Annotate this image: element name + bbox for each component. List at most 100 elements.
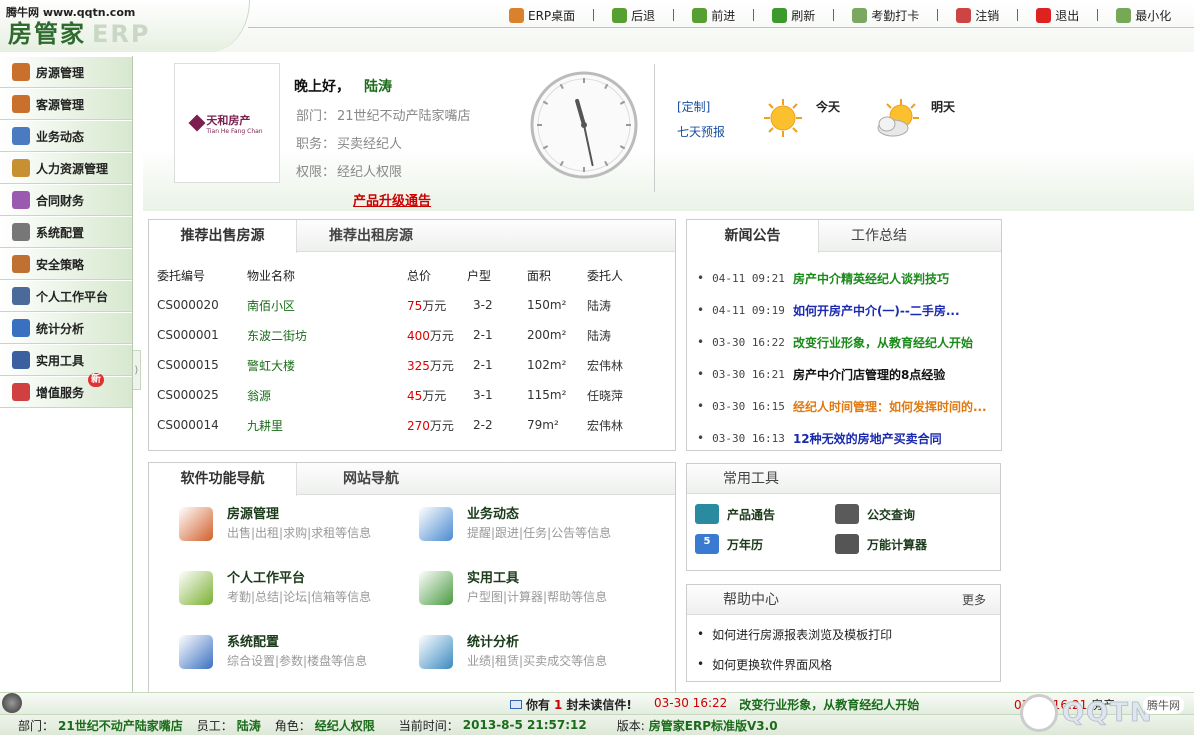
sidebar-item-9[interactable]: 实用工具 bbox=[0, 345, 132, 376]
toolbar-clock-in-button[interactable]: 考勤打卡 bbox=[848, 6, 923, 24]
toolbar-back-arrow-button[interactable]: 后退 bbox=[608, 6, 659, 24]
tool-calendar[interactable]: 5 万年历 bbox=[695, 534, 763, 554]
sidebar-item-2[interactable]: 业务动态 bbox=[0, 121, 132, 152]
property-name-link[interactable]: 九耕里 bbox=[247, 410, 407, 440]
table-row[interactable]: CS000015 警虹大楼 325万元 2-1 102m² 宏伟林 bbox=[157, 350, 657, 380]
status-time: 2013-8-5 21:57:12 bbox=[462, 718, 587, 732]
toolbar-forward-arrow-button[interactable]: 前进 bbox=[688, 6, 739, 24]
property-name-link[interactable]: 翁源 bbox=[247, 380, 407, 410]
nav-tabs: 软件功能导航 网站导航 bbox=[149, 463, 675, 496]
table-row[interactable]: CS000025 翁源 45万元 3-1 115m² 任晓萍 bbox=[157, 380, 657, 410]
listings-panel: 推荐出售房源 推荐出租房源 委托编号 物业名称 总价 户型 面积 委托人 CS000020… bbox=[148, 219, 676, 451]
tool-bus[interactable]: 公交查询 bbox=[835, 504, 915, 524]
sidebar-item-8[interactable]: 统计分析 bbox=[0, 313, 132, 344]
tool-monitor[interactable]: 产品通告 bbox=[695, 504, 775, 524]
toolbar-logout-user-button[interactable]: 注销 bbox=[952, 6, 1003, 24]
nav-item-2[interactable]: 个人工作平台考勤|总结|论坛|信箱等信息 bbox=[179, 567, 409, 619]
news-item[interactable]: • 03-30 16:21 房产中介门店管理的8点经验 bbox=[697, 358, 1001, 390]
nav-item-3[interactable]: 实用工具 户型图|计算器|帮助等信息 bbox=[419, 567, 649, 619]
tools-book-icon bbox=[419, 571, 453, 605]
news-time: 03-30 16:21 bbox=[712, 367, 785, 381]
news-ticker[interactable]: 03-30 16:22 改变行业形象，从教育经纪人开始 bbox=[654, 696, 1009, 713]
sidebar-item-7[interactable]: 个人工作平台 bbox=[0, 281, 132, 312]
help-item[interactable]: • 如何更换软件界面风格 bbox=[687, 649, 1000, 679]
logout-user-icon bbox=[956, 7, 972, 23]
property-name-link[interactable]: 南佰小区 bbox=[247, 290, 407, 320]
sidebar-item-5[interactable]: 系统配置 bbox=[0, 217, 132, 248]
listing-layout: 3-1 bbox=[473, 388, 493, 402]
help-center-panel: 帮助中心 更多 • 如何进行房源报表浏览及模板打印 • 如何更换软件界面风格 bbox=[686, 584, 1001, 682]
listings-header-row: 委托编号 物业名称 总价 户型 面积 委托人 bbox=[157, 260, 657, 290]
tab-website-nav[interactable]: 网站导航 bbox=[297, 463, 445, 494]
toolbar-separator bbox=[833, 9, 835, 21]
sidebar-item-4[interactable]: 合同财务 bbox=[0, 185, 132, 216]
tool-calculator[interactable]: 万能计算器 bbox=[835, 534, 927, 554]
nav-item-0[interactable]: 房源管理 出售|出租|求购|求租等信息 bbox=[179, 503, 409, 555]
table-row[interactable]: CS000001 东波二街坊 400万元 2-1 200m² 陆涛 bbox=[157, 320, 657, 350]
toolbar-exit-x-button[interactable]: 退出 bbox=[1032, 6, 1083, 24]
nav-item-desc: 考勤|总结|论坛|信箱等信息 bbox=[227, 590, 372, 604]
bullet-icon: • bbox=[697, 367, 705, 381]
tab-rent-listings[interactable]: 推荐出租房源 bbox=[297, 220, 445, 251]
news-item[interactable]: • 03-30 16:15 经纪人时间管理：如何发挥时间的... bbox=[697, 390, 1001, 422]
help-item-text: 如何更换软件界面风格 bbox=[712, 657, 833, 672]
mail-count: 1 bbox=[554, 697, 563, 712]
tab-news[interactable]: 新闻公告 bbox=[687, 220, 819, 253]
speaker-icon[interactable] bbox=[2, 693, 22, 713]
toolbar: ERP桌面 后退 前进 刷新 考勤打卡 注销 退出 最小化 bbox=[505, 6, 1175, 24]
status-dept-label: 部门： bbox=[18, 718, 55, 733]
table-row[interactable]: CS000020 南佰小区 75万元 3-2 150m² 陆涛 bbox=[157, 290, 657, 320]
sidebar-item-0[interactable]: 房源管理 bbox=[0, 57, 132, 88]
watermark-text: QQTN bbox=[1062, 697, 1154, 728]
upgrade-notice-link[interactable]: 产品升级通告 bbox=[353, 190, 431, 209]
price-value: 400 bbox=[407, 328, 430, 343]
ticker-title: 改变行业形象，从教育经纪人开始 bbox=[739, 698, 920, 712]
news-item[interactable]: • 03-30 16:13 12种无效的房地产买卖合同 bbox=[697, 422, 1001, 454]
forward-arrow-icon bbox=[692, 7, 708, 23]
sidebar-item-1[interactable]: 客源管理 bbox=[0, 89, 132, 120]
gift-icon bbox=[12, 383, 30, 401]
unread-mail-notice[interactable]: 你有 1 封未读信件! bbox=[510, 696, 632, 713]
company-logo-mark: 天和房产 Tian He Fang Chan bbox=[188, 112, 263, 135]
news-time: 03-30 16:22 bbox=[712, 335, 785, 349]
toolbar-home-button[interactable]: ERP桌面 bbox=[505, 6, 579, 24]
help-item[interactable]: • 如何进行房源报表浏览及模板打印 bbox=[687, 619, 1000, 649]
watermark-badge: 腾牛网 bbox=[1143, 696, 1184, 714]
news-item[interactable]: • 04-11 09:21 房产中介精英经纪人谈判技巧 bbox=[697, 262, 1001, 294]
sidebar-collapse-handle[interactable]: ⟩ bbox=[133, 350, 141, 390]
toolbar-minimize-button[interactable]: 最小化 bbox=[1112, 6, 1175, 24]
nav-item-4[interactable]: 系统配置 综合设置|参数|楼盘等信息 bbox=[179, 631, 409, 683]
listing-area: 79m² bbox=[527, 418, 559, 432]
seven-day-forecast-link[interactable]: 七天预报 bbox=[677, 123, 725, 140]
listing-area: 150m² bbox=[527, 298, 567, 312]
sidebar-item-6[interactable]: 安全策略 bbox=[0, 249, 132, 280]
nav-item-title: 个人工作平台 bbox=[227, 571, 306, 586]
table-row[interactable]: CS000014 九耕里 270万元 2-2 79m² 宏伟林 bbox=[157, 410, 657, 440]
toolbar-label: 最小化 bbox=[1135, 8, 1172, 23]
weather-customize-link[interactable]: [定制] bbox=[677, 98, 710, 115]
news-time: 04-11 09:21 bbox=[712, 271, 785, 285]
monitor-icon bbox=[695, 504, 719, 524]
news-item[interactable]: • 04-11 09:19 如何开房产中介(一)--二手房... bbox=[697, 294, 1001, 326]
news-time: 03-30 16:13 bbox=[712, 431, 785, 445]
sidebar-item-3[interactable]: 人力资源管理 bbox=[0, 153, 132, 184]
gear-icon bbox=[12, 223, 30, 241]
property-name-link[interactable]: 东波二街坊 bbox=[247, 320, 407, 350]
tab-work-summary[interactable]: 工作总结 bbox=[819, 220, 939, 251]
news-item[interactable]: • 03-30 16:22 改变行业形象，从教育经纪人开始 bbox=[697, 326, 1001, 358]
tab-sale-listings[interactable]: 推荐出售房源 bbox=[149, 220, 297, 253]
sidebar-item-10[interactable]: 增值服务新 bbox=[0, 373, 132, 408]
nav-item-1[interactable]: 业务动态 提醒|跟进|任务|公告等信息 bbox=[419, 503, 649, 555]
sidebar-item-label: 房源管理 bbox=[36, 65, 85, 80]
nav-item-5[interactable]: 统计分析 业绩|租赁|买卖成交等信息 bbox=[419, 631, 649, 683]
property-name-link[interactable]: 警虹大楼 bbox=[247, 350, 407, 380]
refresh-icon bbox=[772, 7, 788, 23]
tool-label: 万年历 bbox=[727, 537, 764, 552]
toolbar-refresh-button[interactable]: 刷新 bbox=[768, 6, 819, 24]
help-more-link[interactable]: 更多 bbox=[962, 585, 986, 615]
sidebar-item-label: 统计分析 bbox=[36, 321, 85, 336]
price-unit: 万元 bbox=[422, 298, 447, 313]
tab-software-nav[interactable]: 软件功能导航 bbox=[149, 463, 297, 496]
top-divider bbox=[248, 27, 1194, 28]
news-panel: 新闻公告 工作总结 • 04-11 09:21 房产中介精英经纪人谈判技巧 • 04-1… bbox=[686, 219, 1002, 451]
